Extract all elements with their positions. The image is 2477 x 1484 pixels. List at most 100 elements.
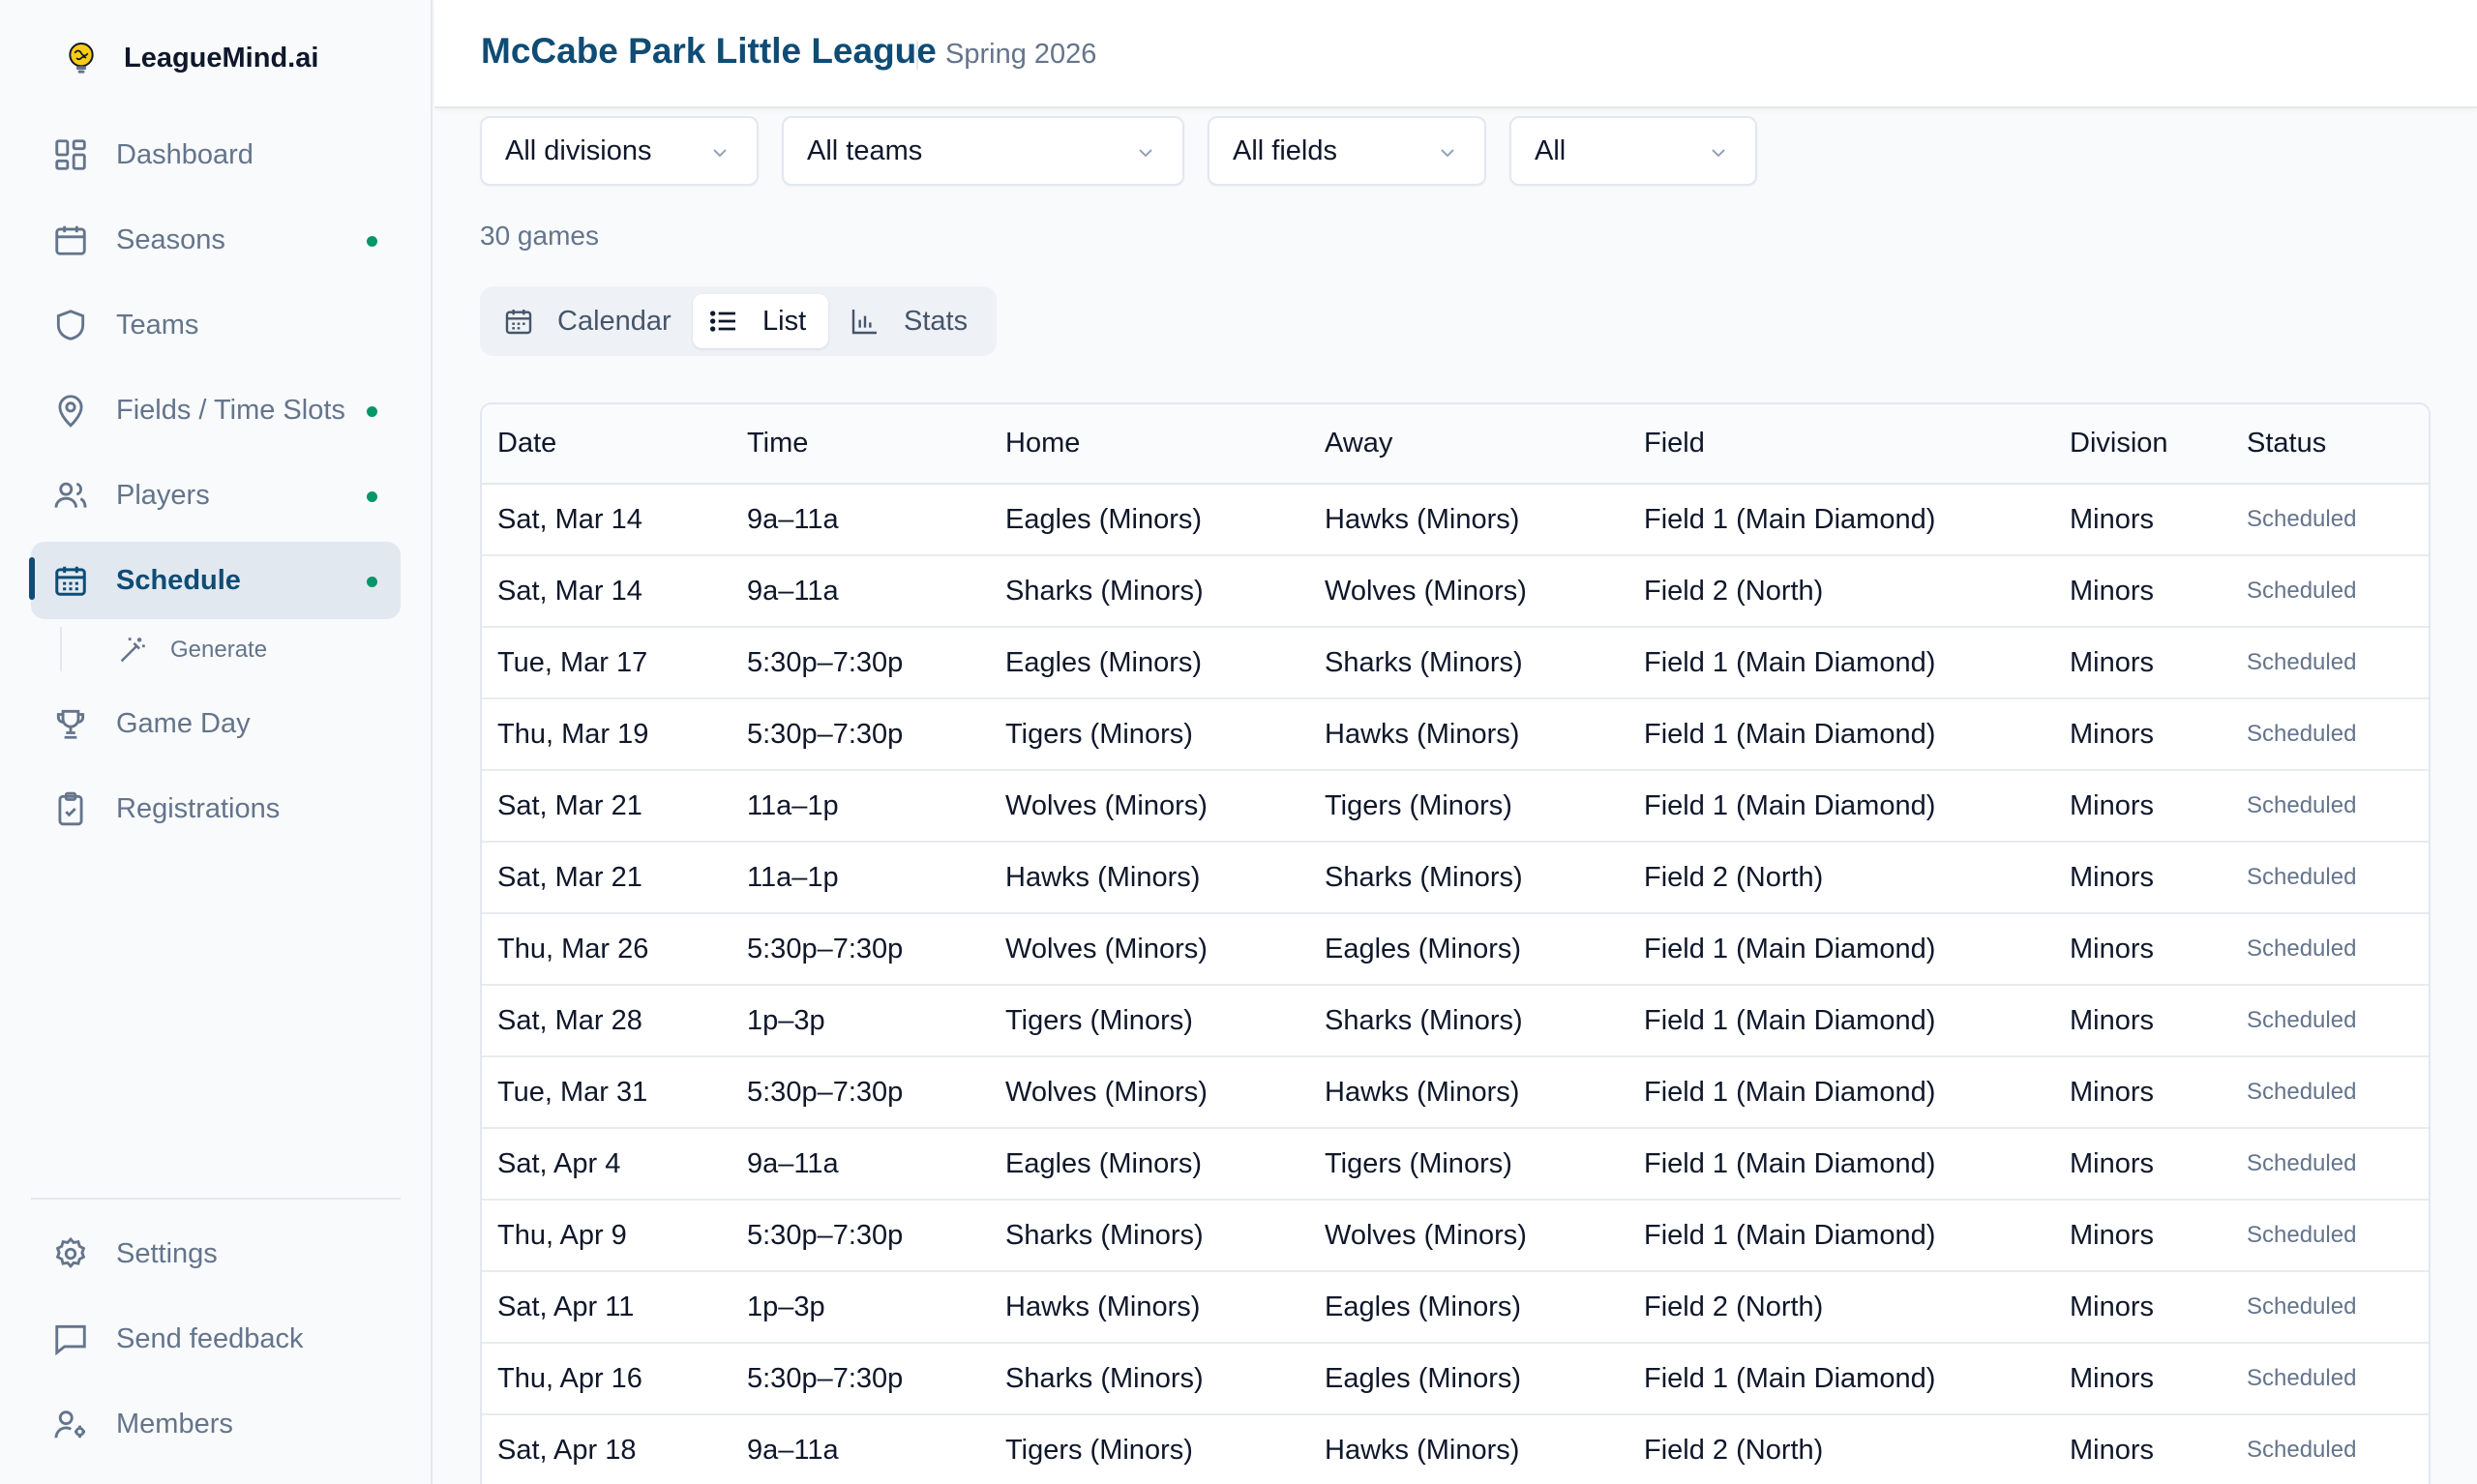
sidebar-item-feedback[interactable]: Send feedback <box>31 1300 401 1378</box>
cell-time: 11a–1p <box>731 842 990 914</box>
table-row[interactable]: Tue, Mar 31 5:30p–7:30p Wolves (Minors) … <box>482 1056 2429 1129</box>
cell-date: Sat, Apr 18 <box>482 1414 731 1484</box>
status-badge: Scheduled <box>2231 627 2429 699</box>
column-header-away[interactable]: Away <box>1309 404 1628 485</box>
title-separator <box>916 41 918 70</box>
status-badge: Scheduled <box>2231 1128 2429 1201</box>
status-badge: Scheduled <box>2231 770 2429 843</box>
table-row[interactable]: Sat, Apr 11 1p–3p Hawks (Minors) Eagles … <box>482 1271 2429 1344</box>
table-row[interactable]: Sat, Mar 21 11a–1p Hawks (Minors) Sharks… <box>482 842 2429 914</box>
cell-time: 5:30p–7:30p <box>731 913 990 986</box>
sidebar-item-members[interactable]: Members <box>31 1385 401 1463</box>
team-filter-value: All teams <box>807 134 923 166</box>
sidebar-item-players[interactable]: Players <box>31 457 401 534</box>
column-header-date[interactable]: Date <box>482 404 731 485</box>
chevron-down-icon <box>1712 149 1725 158</box>
sidebar-item-registrations[interactable]: Registrations <box>31 770 401 847</box>
table-row[interactable]: Thu, Mar 19 5:30p–7:30p Tigers (Minors) … <box>482 698 2429 771</box>
cell-time: 9a–11a <box>731 1128 990 1201</box>
cell-date: Sat, Apr 11 <box>482 1271 731 1344</box>
sidebar-item-teams[interactable]: Teams <box>31 286 401 364</box>
sidebar: LeagueMind.ai Dashboard Seasons Teams Fi… <box>0 0 433 1484</box>
team-filter-select[interactable]: All teams <box>782 116 1184 186</box>
table-row[interactable]: Sat, Apr 4 9a–11a Eagles (Minors) Tigers… <box>482 1128 2429 1201</box>
sidebar-item-seasons[interactable]: Seasons <box>31 201 401 279</box>
status-filter-select[interactable]: All <box>1509 116 1757 186</box>
table-row[interactable]: Sat, Apr 18 9a–11a Tigers (Minors) Hawks… <box>482 1414 2429 1484</box>
sidebar-item-label: Seasons <box>116 223 225 255</box>
column-header-status[interactable]: Status <box>2231 404 2429 485</box>
status-badge: Scheduled <box>2231 484 2429 556</box>
map-pin-icon <box>58 395 83 428</box>
shield-icon <box>56 310 85 341</box>
cell-field: Field 1 (Main Diamond) <box>1628 484 2054 556</box>
cell-home: Wolves (Minors) <box>990 1056 1309 1129</box>
cell-field: Field 1 (Main Diamond) <box>1628 985 2054 1057</box>
calendar-icon <box>505 310 532 335</box>
cell-away: Sharks (Minors) <box>1309 985 1628 1057</box>
cell-away: Sharks (Minors) <box>1309 627 1628 699</box>
table-row[interactable]: Thu, Mar 26 5:30p–7:30p Wolves (Minors) … <box>482 913 2429 986</box>
cell-field: Field 1 (Main Diamond) <box>1628 913 2054 986</box>
trophy-icon <box>56 709 85 739</box>
cell-field: Field 1 (Main Diamond) <box>1628 1128 2054 1201</box>
sidebar-subitem-label: Generate <box>170 637 268 663</box>
table-row[interactable]: Thu, Apr 9 5:30p–7:30p Sharks (Minors) W… <box>482 1200 2429 1272</box>
table-row[interactable]: Sat, Mar 14 9a–11a Eagles (Minors) Hawks… <box>482 484 2429 556</box>
table-row[interactable]: Tue, Mar 17 5:30p–7:30p Eagles (Minors) … <box>482 627 2429 699</box>
sidebar-item-dashboard[interactable]: Dashboard <box>31 116 401 193</box>
lightbulb-brain-icon <box>60 37 103 79</box>
tab-calendar[interactable]: Calendar <box>503 294 683 348</box>
sidebar-item-label: Send feedback <box>116 1322 304 1354</box>
cell-time: 1p–3p <box>731 1271 990 1344</box>
brand[interactable]: LeagueMind.ai <box>60 35 318 81</box>
sidebar-divider <box>31 1198 401 1200</box>
column-header-home[interactable]: Home <box>990 404 1309 485</box>
cell-field: Field 1 (Main Diamond) <box>1628 627 2054 699</box>
sidebar-item-label: Game Day <box>116 707 251 739</box>
chevron-down-icon <box>1139 149 1152 158</box>
league-title[interactable]: McCabe Park Little League <box>481 31 937 72</box>
sidebar-item-label: Teams <box>116 309 199 341</box>
cell-division: Minors <box>2054 698 2231 771</box>
cell-away: Hawks (Minors) <box>1309 698 1628 771</box>
sidebar-subitem-generate[interactable]: Generate <box>116 631 267 669</box>
status-badge: Scheduled <box>2231 1414 2429 1484</box>
cell-time: 11a–1p <box>731 770 990 843</box>
field-filter-select[interactable]: All fields <box>1208 116 1486 186</box>
sidebar-item-settings[interactable]: Settings <box>31 1215 401 1292</box>
table-row[interactable]: Thu, Apr 16 5:30p–7:30p Sharks (Minors) … <box>482 1343 2429 1415</box>
cell-time: 5:30p–7:30p <box>731 627 990 699</box>
clipboard-check-icon <box>58 791 83 826</box>
table-row[interactable]: Sat, Mar 21 11a–1p Wolves (Minors) Tiger… <box>482 770 2429 843</box>
cell-division: Minors <box>2054 985 2231 1057</box>
table-row[interactable]: Sat, Mar 14 9a–11a Sharks (Minors) Wolve… <box>482 555 2429 628</box>
sidebar-item-fields[interactable]: Fields / Time Slots <box>31 371 401 449</box>
cell-division: Minors <box>2054 1128 2231 1201</box>
cell-date: Sat, Apr 4 <box>482 1128 731 1201</box>
sidebar-item-label: Players <box>116 479 210 511</box>
status-badge: Scheduled <box>2231 1271 2429 1344</box>
table-row[interactable]: Sat, Mar 28 1p–3p Tigers (Minors) Sharks… <box>482 985 2429 1057</box>
column-header-time[interactable]: Time <box>731 404 990 485</box>
column-header-field[interactable]: Field <box>1628 404 2054 485</box>
cell-field: Field 2 (North) <box>1628 1414 2054 1484</box>
sidebar-item-game-day[interactable]: Game Day <box>31 685 401 762</box>
cell-home: Sharks (Minors) <box>990 1343 1309 1415</box>
column-header-division[interactable]: Division <box>2054 404 2231 485</box>
division-filter-select[interactable]: All divisions <box>480 116 759 186</box>
sidebar-item-schedule[interactable]: Schedule <box>31 542 401 619</box>
cell-time: 5:30p–7:30p <box>731 698 990 771</box>
cell-home: Hawks (Minors) <box>990 1271 1309 1344</box>
cell-away: Sharks (Minors) <box>1309 842 1628 914</box>
active-indicator <box>29 557 35 600</box>
cell-date: Thu, Mar 26 <box>482 913 731 986</box>
tab-list[interactable]: List <box>693 294 828 348</box>
tab-stats[interactable]: Stats <box>850 294 968 348</box>
calendar-icon <box>55 225 86 255</box>
cell-division: Minors <box>2054 1056 2231 1129</box>
status-badge: Scheduled <box>2231 1343 2429 1415</box>
cell-away: Hawks (Minors) <box>1309 484 1628 556</box>
cell-away: Tigers (Minors) <box>1309 770 1628 843</box>
chevron-down-icon <box>713 149 727 158</box>
